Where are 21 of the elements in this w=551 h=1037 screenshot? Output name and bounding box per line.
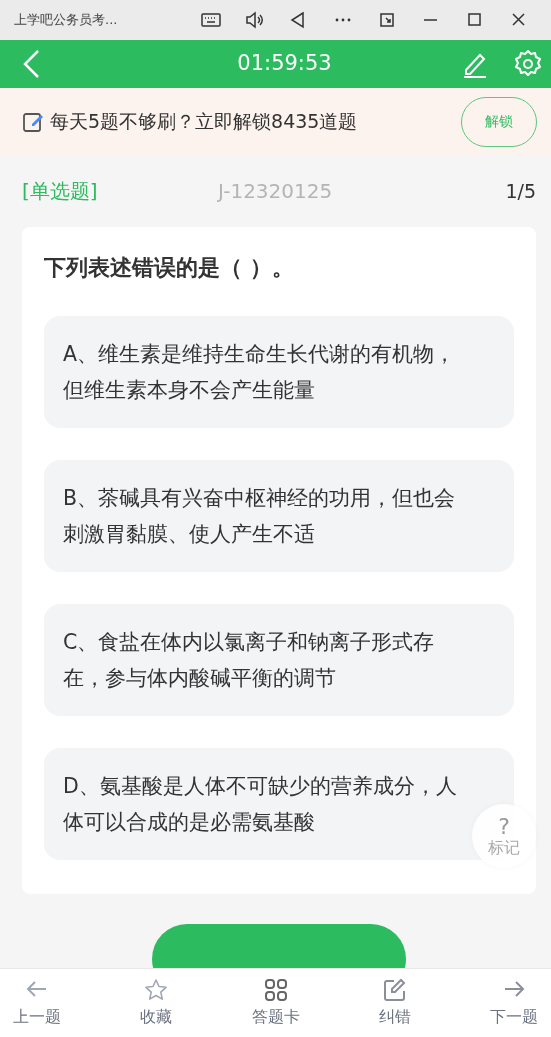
question-code: J-12320125	[218, 178, 334, 205]
question-type-label: [单选题]	[22, 178, 99, 205]
keyboard-icon[interactable]	[200, 10, 222, 30]
edit-icon	[381, 977, 408, 1003]
nav-button[interactable]: 纠错	[370, 969, 419, 1037]
nav-button[interactable]: 答题卡	[243, 969, 308, 1037]
nav-button[interactable]: 下一题	[482, 969, 546, 1037]
answer-option[interactable]: B、茶碱具有兴奋中枢神经的功用，但也会刺激胃黏膜、使人产生不适	[44, 460, 514, 572]
nav-button[interactable]: 上一题	[5, 969, 69, 1037]
question-text: 下列表述错误的是（ ）。	[44, 254, 295, 282]
speaker-icon[interactable]	[244, 10, 266, 30]
progress-text: 1/5	[505, 178, 536, 204]
window-title: 上学吧公务员考...	[14, 11, 119, 30]
timer-text: 01:59:53	[236, 50, 333, 78]
answer-option[interactable]: C、食盐在体内以氯离子和钠离子形式存在，参与体内酸碱平衡的调节	[44, 604, 514, 716]
promo-text: 每天5题不够刷？立即解锁8435道题	[50, 109, 359, 135]
nav-button[interactable]: 收藏	[132, 969, 181, 1037]
answer-option[interactable]: A、维生素是维持生命生长代谢的有机物，但维生素本身不会产生能量	[44, 316, 514, 428]
grid-icon	[262, 977, 289, 1003]
note-icon	[22, 110, 44, 133]
star-icon	[143, 977, 170, 1003]
